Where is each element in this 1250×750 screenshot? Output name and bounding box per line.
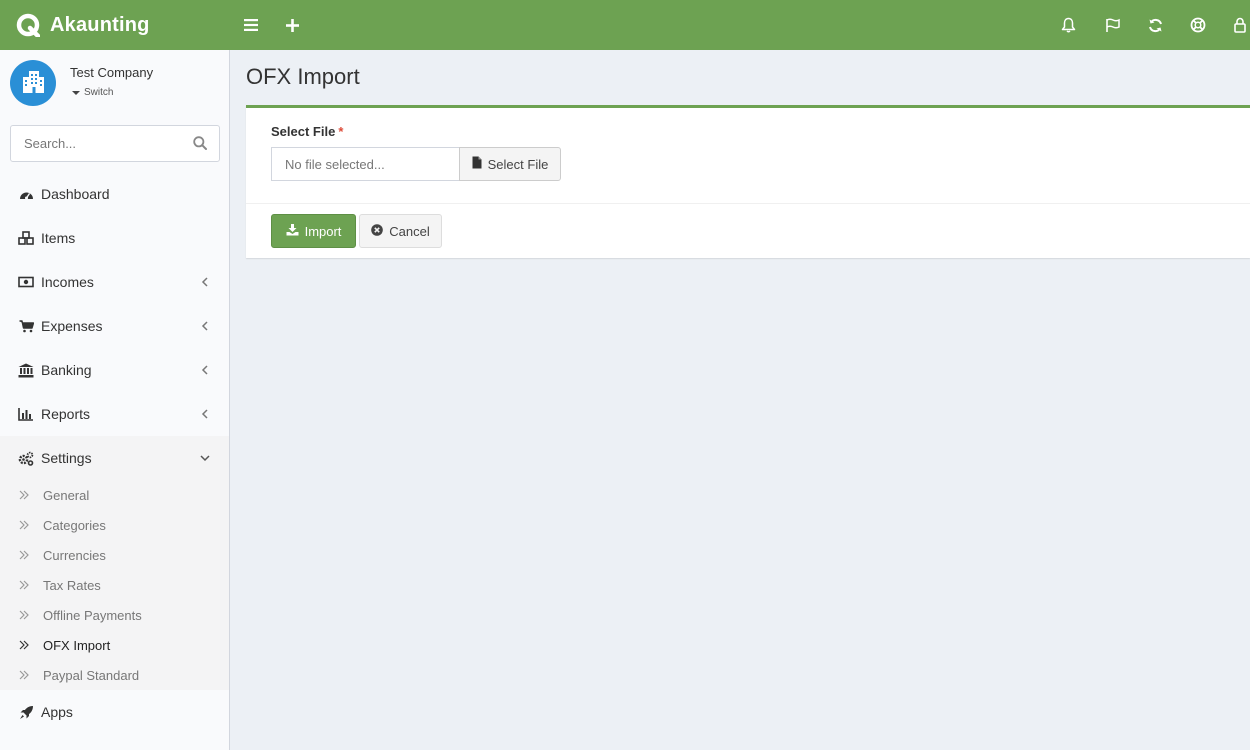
menu-icon[interactable] [239, 13, 263, 37]
page-title: OFX Import [246, 64, 360, 89]
subitem-label: Categories [43, 517, 106, 533]
sidebar-subitem-categories[interactable]: Categories [0, 510, 229, 540]
sidebar-search [10, 125, 220, 162]
select-file-button-label: Select File [487, 156, 549, 172]
sidebar-item-reports[interactable]: Reports [0, 392, 229, 436]
cancel-button-label: Cancel [389, 223, 430, 239]
sidebar-subitem-tax-rates[interactable]: Tax Rates [0, 570, 229, 600]
sidebar-item-label: Incomes [41, 274, 94, 290]
life-ring-icon[interactable] [1186, 13, 1210, 37]
sidebar-item-label: Reports [41, 406, 91, 422]
sidebar-item-label: Items [41, 230, 76, 246]
cubes-icon [18, 230, 34, 246]
required-mark: * [338, 124, 344, 139]
sidebar-item-label: Banking [41, 362, 92, 378]
company-switch-link[interactable]: Switch [72, 87, 113, 98]
top-navbar: Akaunting [0, 0, 1250, 50]
subitem-label: Paypal Standard [43, 667, 140, 683]
company-name: Test Company [70, 65, 154, 80]
bar-chart-icon [18, 406, 34, 422]
bank-icon [18, 362, 34, 378]
sidebar-item-settings[interactable]: Settings [0, 436, 229, 480]
subitem-label: OFX Import [43, 637, 111, 653]
angle-double-right-icon [19, 670, 29, 680]
company-avatar [10, 60, 56, 106]
plus-icon[interactable] [280, 13, 304, 37]
subitem-label: Offline Payments [43, 607, 142, 623]
rocket-icon [18, 704, 34, 720]
angle-double-right-icon [19, 550, 29, 560]
times-circle-icon [371, 223, 389, 239]
select-file-label: Select File * [271, 124, 343, 139]
chevron-left-icon [201, 321, 208, 331]
search-icon[interactable] [193, 136, 207, 153]
money-icon [18, 274, 34, 290]
refresh-icon[interactable] [1143, 13, 1167, 37]
sidebar: Test Company Switch Dashboard Items Inco… [0, 50, 230, 750]
sidebar-subitem-currencies[interactable]: Currencies [0, 540, 229, 570]
file-name-field[interactable]: No file selected... [271, 147, 459, 181]
sidebar-item-apps[interactable]: Apps [0, 690, 229, 734]
chevron-down-icon [200, 455, 210, 462]
chevron-left-icon [201, 365, 208, 375]
sidebar-subitem-paypal-standard[interactable]: Paypal Standard [0, 660, 229, 690]
import-button[interactable]: Import [271, 214, 356, 248]
sidebar-item-items[interactable]: Items [0, 216, 229, 260]
subitem-label: Currencies [43, 547, 106, 563]
subitem-label: General [43, 487, 90, 503]
akaunting-logo-icon [16, 13, 41, 39]
sidebar-item-dashboard[interactable]: Dashboard [0, 172, 229, 216]
sidebar-subitem-offline-payments[interactable]: Offline Payments [0, 600, 229, 630]
gears-icon [18, 450, 34, 466]
cart-icon [18, 318, 34, 334]
settings-submenu: General Categories Currencies Tax Rates … [0, 480, 229, 690]
angle-double-right-icon [19, 610, 29, 620]
angle-double-right-icon [19, 580, 29, 590]
sidebar-item-label: Apps [41, 704, 73, 720]
sidebar-item-label: Dashboard [41, 186, 110, 202]
form-footer: Import Cancel [246, 203, 1250, 258]
brand[interactable]: Akaunting [0, 0, 230, 50]
company-panel: Test Company Switch [10, 60, 220, 106]
dashboard-icon [18, 186, 34, 202]
switch-label: Switch [84, 87, 114, 98]
sidebar-item-label: Expenses [41, 318, 103, 334]
angle-double-right-icon [19, 520, 29, 530]
sidebar-item-banking[interactable]: Banking [0, 348, 229, 392]
chevron-left-icon [201, 409, 208, 419]
angle-double-right-icon [19, 640, 29, 650]
flag-icon[interactable] [1100, 13, 1124, 37]
download-icon [286, 223, 305, 239]
sidebar-item-incomes[interactable]: Incomes [0, 260, 229, 304]
sidebar-subitem-ofx-import[interactable]: OFX Import [0, 630, 229, 660]
bell-icon[interactable] [1056, 13, 1080, 37]
sidebar-item-label: Settings [41, 450, 92, 466]
sidebar-item-expenses[interactable]: Expenses [0, 304, 229, 348]
import-form-box: Select File * No file selected... Select … [246, 105, 1250, 258]
sidebar-subitem-general[interactable]: General [0, 480, 229, 510]
file-placeholder: No file selected... [285, 156, 385, 172]
select-file-label-text: Select File [271, 124, 336, 139]
angle-double-right-icon [19, 490, 29, 500]
brand-name: Akaunting [50, 13, 150, 36]
building-icon [19, 68, 47, 99]
file-icon [472, 156, 488, 172]
caret-down-icon [72, 90, 80, 95]
import-button-label: Import [304, 223, 342, 239]
subitem-label: Tax Rates [43, 577, 101, 593]
user-icon[interactable] [1228, 13, 1250, 37]
search-input[interactable] [11, 126, 181, 161]
cancel-button[interactable]: Cancel [359, 214, 442, 248]
select-file-button[interactable]: Select File [459, 147, 561, 181]
chevron-left-icon [201, 277, 208, 287]
